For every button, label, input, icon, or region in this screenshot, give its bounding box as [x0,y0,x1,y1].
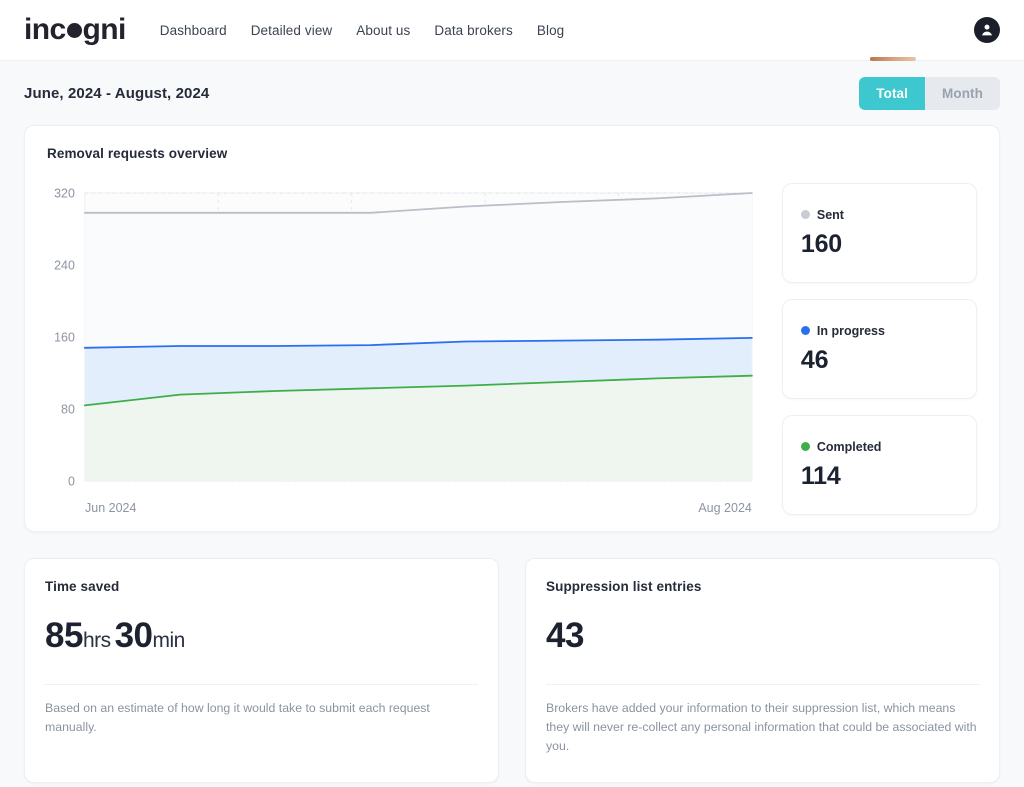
time-saved-hours-unit: hrs [82,629,111,652]
toggle-month-button[interactable]: Month [925,76,1000,110]
stat-value-sent: 160 [800,229,842,258]
logo-text-before: inc [24,13,66,46]
legend-bullet-sent-icon [800,210,810,219]
stat-value-in-progress: 46 [800,345,829,374]
summary-cards-row: Time saved 85hrs 30min Based on an estim… [24,558,1000,784]
top-navigation-bar: inc gni Dashboard Detailed view About us … [0,0,1024,61]
y-tick-label: 0 [68,474,75,488]
suppression-list-card: Suppression list entries 43 Brokers have… [525,558,1000,784]
nav-item-about-us[interactable]: About us [356,23,410,38]
suppression-note: Brokers have added your information to t… [546,701,977,754]
logo-dot-icon [66,23,82,38]
suppression-divider [546,684,979,685]
y-tick-label: 240 [54,258,75,272]
nav-item-blog[interactable]: Blog [537,23,564,38]
page-header-row: June, 2024 - August, 2024 Total Month [24,61,1000,125]
stat-value-completed: 114 [800,461,841,490]
nav-item-detailed-view[interactable]: Detailed view [251,23,333,38]
x-tick-left: Jun 2024 [85,501,137,515]
accent-progress-bar [870,57,916,61]
stacked-area-chart: 0 80 160 240 320 [54,186,753,489]
stat-name-completed: Completed [816,439,882,454]
stat-card-in-progress[interactable]: In progress 46 [781,299,977,399]
time-saved-title: Time saved [45,579,120,594]
legend-stat-cards: Sent 160 In progress 46 Completed 114 [781,183,977,515]
time-saved-minutes-unit: min [152,629,186,652]
stat-name-sent: Sent [816,207,844,222]
nav-item-data-brokers[interactable]: Data brokers [434,23,512,38]
time-saved-card: Time saved 85hrs 30min Based on an estim… [24,558,499,784]
y-tick-label: 320 [54,186,75,200]
date-range-label: June, 2024 - August, 2024 [24,84,210,102]
incogni-logo[interactable]: inc gni [24,13,126,47]
stat-card-sent[interactable]: Sent 160 [781,183,977,283]
nav-item-dashboard[interactable]: Dashboard [160,23,227,38]
y-tick-label: 80 [61,402,75,416]
range-toggle-group: Total Month [859,76,1000,110]
time-saved-note: Based on an estimate of how long it woul… [45,701,430,735]
toggle-total-button[interactable]: Total [859,76,926,110]
stat-label-in-progress: In progress [800,323,958,338]
stat-card-completed[interactable]: Completed 114 [781,415,977,515]
legend-bullet-completed-icon [800,442,810,451]
plot-wrapper: 0 80 160 240 320 [47,183,760,493]
time-saved-value: 85hrs 30min [45,616,478,656]
chart-area: 0 80 160 240 320 Jun 2024 Aug 2024 [47,183,760,515]
x-axis-tick-labels: Jun 2024 Aug 2024 [47,493,760,515]
stat-label-completed: Completed [800,439,958,454]
suppression-title: Suppression list entries [546,579,702,594]
time-saved-divider [45,684,478,685]
x-tick-right: Aug 2024 [698,501,752,515]
stat-name-in-progress: In progress [816,323,885,338]
y-tick-label: 160 [54,330,75,344]
chart-and-legend-row: 0 80 160 240 320 Jun 2024 Aug 2024 Sent 160 [47,183,977,515]
removal-requests-card: Removal requests overview 0 80 160 240 320 J… [24,125,1000,532]
legend-bullet-in-progress-icon [800,326,810,335]
time-saved-hours: 85 [45,616,83,655]
suppression-value: 43 [546,616,584,655]
suppression-value-wrap: 43 [546,616,979,656]
logo-text-after: gni [82,13,127,46]
dashboard-page: June, 2024 - August, 2024 Total Month Re… [0,61,1024,784]
chart-title: Removal requests overview [47,146,228,161]
stat-label-sent: Sent [800,207,958,222]
account-circle-icon[interactable] [974,17,1000,43]
account-menu[interactable] [974,17,1000,43]
time-saved-minutes: 30 [114,616,153,655]
main-nav: Dashboard Detailed view About us Data br… [160,23,565,38]
